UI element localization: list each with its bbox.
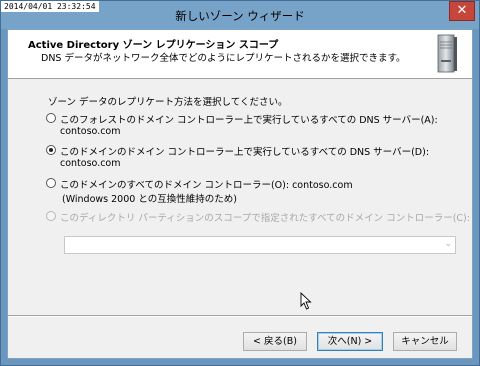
partition-combo[interactable]: ⌄ xyxy=(64,236,456,254)
chevron-down-icon[interactable]: ⌄ xyxy=(444,239,452,249)
close-icon: ✕ xyxy=(456,3,468,18)
wizard-body: ゾーン データのレプリケート方法を選択してください。 このフォレストのドメイン … xyxy=(8,80,472,310)
replication-prompt: ゾーン データのレプリケート方法を選択してください。 xyxy=(48,97,288,108)
cancel-button[interactable]: キャンセル xyxy=(393,332,457,351)
option-domain-dns[interactable]: このドメインのドメイン コントローラー上で実行しているすべての DNS サーバー… xyxy=(46,144,472,169)
mouse-pointer-icon xyxy=(300,292,312,310)
back-button[interactable]: < 戻る(B) xyxy=(243,332,307,351)
wizard-client-area: Active Directory ゾーン レプリケーション スコープ DNS デ… xyxy=(7,29,473,359)
page-subtitle: DNS データがネットワーク全体でどのようにレプリケートされるかを選択できます。 xyxy=(41,53,406,64)
wizard-header: Active Directory ゾーン レプリケーション スコープ DNS デ… xyxy=(8,30,472,79)
page-title: Active Directory ゾーン レプリケーション スコープ xyxy=(28,40,279,51)
radio-domain-all-dc[interactable] xyxy=(46,178,56,188)
timestamp: 2014/04/01 23:32:54 xyxy=(1,1,99,12)
radio-forest-dns[interactable] xyxy=(46,113,56,123)
wizard-window: 新しいゾーン ウィザード ✕ 2014/04/01 23:32:54 Activ… xyxy=(0,0,480,366)
option-domain-all-dc-text: このドメインのすべてのドメイン コントローラー(O): contoso.com … xyxy=(60,177,353,205)
option-partition-scope[interactable]: このディレクトリ パーティションのスコープで指定されたすべてのドメイン コントロ… xyxy=(46,210,470,224)
close-button[interactable]: ✕ xyxy=(449,1,475,21)
server-icon xyxy=(437,34,457,73)
option-partition-scope-label: このディレクトリ パーティションのスコープで指定されたすべてのドメイン コントロ… xyxy=(60,213,470,224)
option-domain-all-dc-label: このドメインのすべてのドメイン コントローラー(O): contoso.com xyxy=(60,180,353,191)
radio-domain-dns[interactable] xyxy=(46,145,56,155)
option-domain-dns-label: このドメインのドメイン コントローラー上で実行しているすべての DNS サーバー… xyxy=(60,147,430,169)
footer-divider xyxy=(8,315,472,316)
option-forest-dns[interactable]: このフォレストのドメイン コントローラー上で実行しているすべての DNS サーバ… xyxy=(46,112,472,137)
option-domain-all-dc[interactable]: このドメインのすべてのドメイン コントローラー(O): contoso.com … xyxy=(46,177,353,205)
option-domain-all-dc-sublabel: (Windows 2000 との互換性維持のため) xyxy=(62,194,237,205)
radio-partition-scope[interactable] xyxy=(46,211,56,221)
option-forest-dns-label: このフォレストのドメイン コントローラー上で実行しているすべての DNS サーバ… xyxy=(60,115,438,137)
next-button[interactable]: 次へ(N) > xyxy=(317,332,383,351)
